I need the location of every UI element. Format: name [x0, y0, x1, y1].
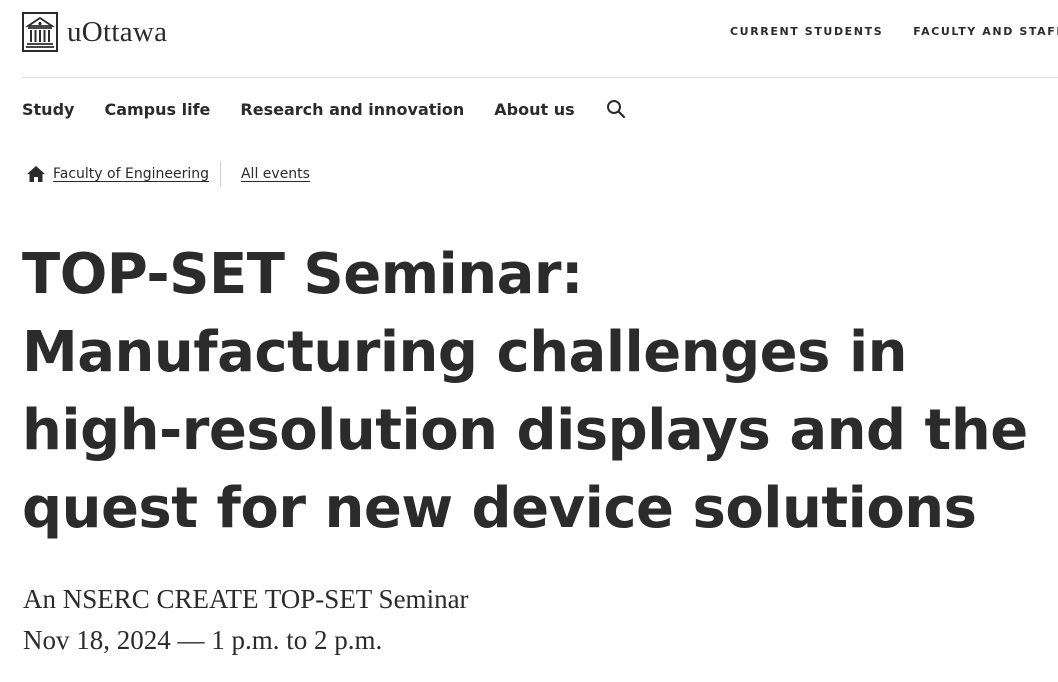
main-nav: Study Campus life Research and innovatio… — [22, 98, 627, 120]
faculty-and-staff-link[interactable]: FACULTY AND STAFF — [913, 25, 1058, 38]
audience-nav: CURRENT STUDENTS FACULTY AND STAFF — [730, 25, 1058, 38]
header-divider — [22, 77, 1058, 78]
uottawa-logo-link[interactable]: uOttawa — [22, 12, 167, 52]
site-header: uOttawa CURRENT STUDENTS FACULTY AND STA… — [22, 10, 1058, 76]
search-icon — [606, 100, 625, 119]
breadcrumb-faculty-of-engineering[interactable]: Faculty of Engineering — [25, 163, 209, 185]
page-title: TOP-SET Seminar: Manufacturing challenge… — [22, 242, 1028, 541]
breadcrumb: Faculty of Engineering All events — [25, 160, 310, 188]
home-icon — [27, 166, 45, 182]
event-date: Nov 18, 2024 — 1 p.m. to 2 p.m. — [23, 625, 383, 655]
breadcrumb-divider — [219, 161, 221, 187]
event-subtitle: An NSERC CREATE TOP-SET Seminar — [23, 584, 469, 614]
nav-item-about-us[interactable]: About us — [494, 100, 574, 119]
tabaret-hall-logo-icon — [22, 12, 58, 52]
nav-item-research-and-innovation[interactable]: Research and innovation — [240, 100, 464, 119]
page: uOttawa CURRENT STUDENTS FACULTY AND STA… — [0, 0, 1058, 682]
breadcrumb-label: Faculty of Engineering — [53, 166, 209, 182]
breadcrumb-all-events[interactable]: All events — [241, 166, 310, 182]
nav-item-study[interactable]: Study — [22, 100, 74, 119]
nav-item-campus-life[interactable]: Campus life — [104, 100, 210, 119]
search-button[interactable] — [605, 98, 627, 120]
logo-text: uOttawa — [67, 15, 168, 48]
current-students-link[interactable]: CURRENT STUDENTS — [730, 25, 883, 38]
